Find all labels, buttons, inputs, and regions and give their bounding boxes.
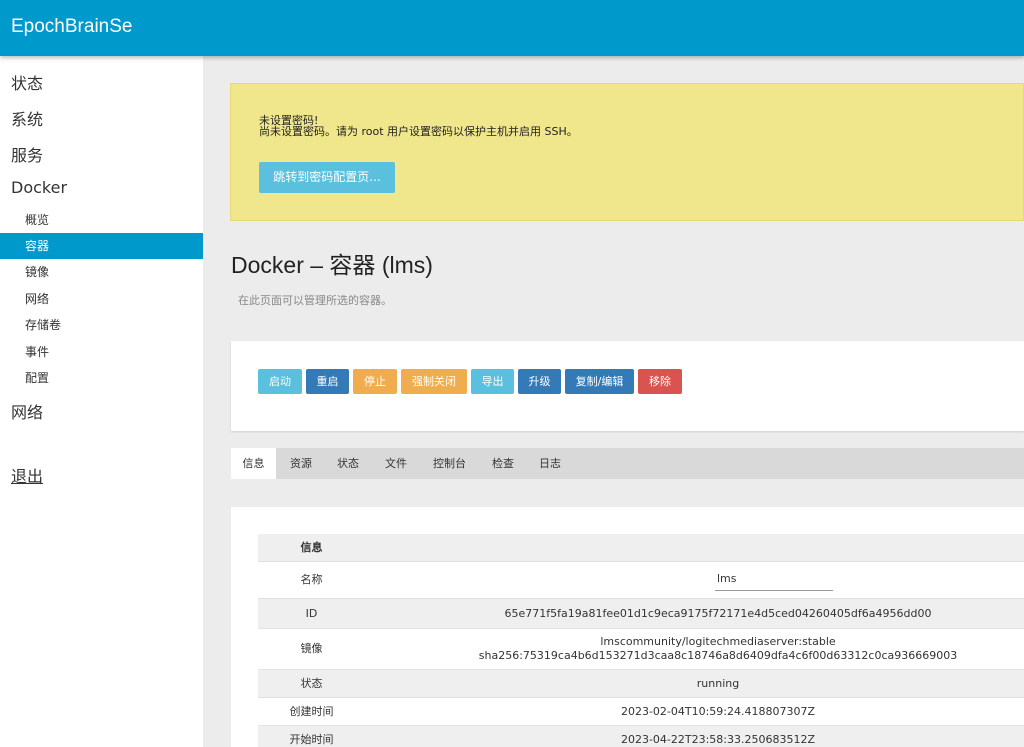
table-row-started: 开始时间 2023-04-22T23:58:33.250683512Z: [258, 726, 1024, 747]
table-row-image: 镜像 lmscommunity/logitechmediaserver:stab…: [258, 629, 1024, 670]
upgrade-button[interactable]: 升级: [518, 369, 561, 394]
info-table-header: 信息: [258, 534, 1024, 562]
tab-resources[interactable]: 资源: [279, 448, 323, 479]
sidebar-subitem-volumes[interactable]: 存储卷: [0, 312, 203, 338]
table-row-id: ID 65e771f5fa19a81fee01d1c9eca9175f72171…: [258, 599, 1024, 629]
sidebar-subitem-networks[interactable]: 网络: [0, 286, 203, 312]
stop-button[interactable]: 停止: [353, 369, 397, 394]
brand-logo[interactable]: EpochBrainSe: [11, 16, 132, 38]
sidebar-item-status[interactable]: 状态: [11, 70, 43, 94]
container-actions-panel: 启动 重启 停止 强制关闭 导出 升级 复制/编辑 移除: [231, 341, 1024, 431]
table-row-status: 状态 running: [258, 670, 1024, 698]
tab-files[interactable]: 文件: [374, 448, 418, 479]
sidebar-subitem-config[interactable]: 配置: [0, 365, 203, 391]
tab-inspect[interactable]: 检查: [481, 448, 525, 479]
image-sha-value: sha256:75319ca4b6d153271d3caa8c18746a8d6…: [478, 649, 958, 662]
page-title: Docker – 容器 (lms): [231, 252, 433, 278]
top-header: EpochBrainSe: [0, 0, 1024, 56]
sidebar: 状态 系统 服务 Docker 概览 容器 镜像 网络 存储卷 事件 配置 网络…: [0, 56, 203, 747]
container-info-panel: 信息 名称 lms ID 65e771f5fa19a81fee01d1c9eca…: [231, 507, 1024, 747]
started-value: 2023-04-22T23:58:33.250683512Z: [620, 733, 816, 746]
image-label: 镜像: [300, 642, 323, 655]
page-description: 在此页面可以管理所选的容器。: [238, 294, 392, 307]
goto-password-config-button[interactable]: 跳转到密码配置页...: [259, 162, 395, 193]
warning-text: 尚未设置密码。请为 root 用户设置密码以保护主机并启用 SSH。: [259, 125, 578, 138]
table-row-name: 名称 lms: [258, 562, 1024, 599]
sidebar-item-system[interactable]: 系统: [11, 106, 43, 130]
tab-logs[interactable]: 日志: [528, 448, 572, 479]
container-name-input[interactable]: lms: [715, 571, 833, 591]
sidebar-subitem-overview[interactable]: 概览: [0, 207, 203, 233]
restart-button[interactable]: 重启: [306, 369, 349, 394]
sidebar-item-network[interactable]: 网络: [11, 399, 43, 423]
sidebar-subitem-events[interactable]: 事件: [0, 339, 203, 365]
status-label: 状态: [300, 677, 323, 690]
created-value: 2023-02-04T10:59:24.418807307Z: [620, 705, 816, 718]
force-close-button[interactable]: 强制关闭: [401, 369, 467, 394]
tab-info[interactable]: 信息: [231, 448, 276, 479]
sidebar-item-docker[interactable]: Docker: [11, 178, 67, 197]
sidebar-subitem-images[interactable]: 镜像: [0, 259, 203, 285]
logout-link[interactable]: 退出: [11, 463, 43, 487]
name-label: 名称: [300, 573, 323, 586]
export-button[interactable]: 导出: [471, 369, 514, 394]
sidebar-subitem-containers[interactable]: 容器: [0, 233, 203, 259]
duplicate-edit-button[interactable]: 复制/编辑: [565, 369, 634, 394]
remove-button[interactable]: 移除: [638, 369, 682, 394]
tab-status[interactable]: 状态: [326, 448, 370, 479]
image-name-value: lmscommunity/logitechmediaserver:stable: [600, 635, 836, 648]
id-label: ID: [305, 607, 318, 620]
info-header-label: 信息: [300, 541, 323, 554]
tab-console[interactable]: 控制台: [422, 448, 477, 479]
sidebar-item-services[interactable]: 服务: [11, 142, 43, 166]
started-label: 开始时间: [289, 733, 334, 746]
container-tabs: 信息 资源 状态 文件 控制台 检查 日志: [231, 448, 1024, 479]
start-button[interactable]: 启动: [258, 369, 302, 394]
table-row-created: 创建时间 2023-02-04T10:59:24.418807307Z: [258, 698, 1024, 726]
status-value: running: [696, 677, 740, 690]
created-label: 创建时间: [289, 705, 334, 718]
id-value: 65e771f5fa19a81fee01d1c9eca9175f72171e4d…: [504, 607, 932, 620]
password-warning-alert: 未设置密码! 尚未设置密码。请为 root 用户设置密码以保护主机并启用 SSH…: [230, 83, 1024, 221]
